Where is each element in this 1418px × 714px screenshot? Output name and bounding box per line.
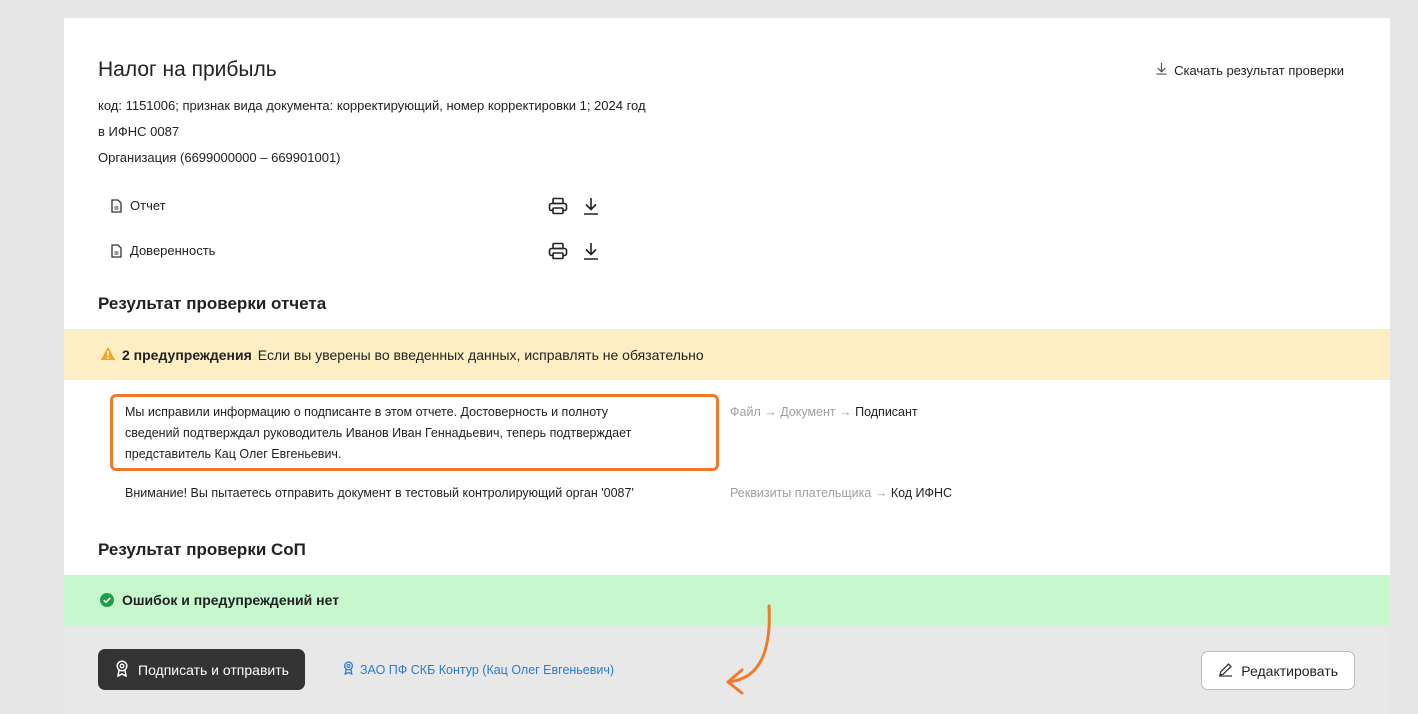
report-card: Налог на прибыль код: 1151006; признак в… <box>64 18 1390 714</box>
certificate-label: ЗАО ПФ СКБ Контур (Кац Олег Евгеньевич) <box>360 662 615 677</box>
document-label: Доверенность <box>130 243 216 258</box>
message-line: Внимание! Вы пытаетесь отправить докумен… <box>125 486 634 500</box>
message-path-signer[interactable]: Файл → Документ → Подписант <box>730 405 918 419</box>
document-row-power-of-attorney: Доверенность <box>110 243 215 258</box>
print-icon[interactable] <box>548 242 568 260</box>
check-circle-icon <box>100 593 114 607</box>
report-check-title: Результат проверки отчета <box>98 294 327 313</box>
warning-text: Если вы уверены во введенных данных, исп… <box>257 346 704 363</box>
document-actions-report <box>548 197 600 215</box>
edit-label: Редактировать <box>1241 662 1338 679</box>
path-segment: Код ИФНС <box>890 486 953 500</box>
annotation-highlight-box <box>110 394 719 471</box>
document-label: Отчет <box>130 198 166 213</box>
sign-and-send-button[interactable]: Подписать и отправить <box>98 649 305 690</box>
path-segment: Документ <box>780 405 836 419</box>
warning-icon <box>100 346 116 364</box>
edit-button[interactable]: Редактировать <box>1201 651 1355 690</box>
print-icon[interactable] <box>548 197 568 215</box>
warning-count: 2 предупреждения <box>122 346 252 363</box>
annotation-arrow <box>724 604 784 701</box>
success-text: Ошибок и предупреждений нет <box>122 592 340 608</box>
sop-check-title: Результат проверки СоП <box>98 540 306 559</box>
document-actions-power-of-attorney <box>548 242 600 260</box>
pencil-icon <box>1218 662 1233 680</box>
download-icon[interactable] <box>582 242 600 260</box>
path-segment: Подписант <box>855 405 918 419</box>
download-check-result-link[interactable]: Скачать результат проверки <box>1155 62 1344 78</box>
download-icon <box>1155 62 1168 78</box>
certificate-icon <box>114 659 130 680</box>
page-title: Налог на прибыль <box>98 58 277 81</box>
report-meta-ifns: в ИФНС 0087 <box>98 124 180 139</box>
path-segment: Файл <box>730 405 761 419</box>
report-meta-org: Организация (6699000000 – 669901001) <box>98 150 341 165</box>
path-segment: Реквизиты плательщика <box>730 486 872 500</box>
document-row-report: Отчет <box>110 198 166 213</box>
download-icon[interactable] <box>582 197 600 215</box>
sign-and-send-label: Подписать и отправить <box>138 661 289 678</box>
document-icon <box>110 198 124 213</box>
check-message-test-authority: Внимание! Вы пытаетесь отправить докумен… <box>125 483 634 504</box>
download-check-result-label: Скачать результат проверки <box>1174 62 1344 78</box>
report-meta-code: код: 1151006; признак вида документа: ко… <box>98 98 646 113</box>
warning-banner: 2 предупреждения Если вы уверены во введ… <box>64 329 1390 380</box>
certificate-icon <box>342 661 355 678</box>
message-path-ifns[interactable]: Реквизиты плательщика → Код ИФНС <box>730 486 952 500</box>
certificate-link[interactable]: ЗАО ПФ СКБ Контур (Кац Олег Евгеньевич) <box>342 661 614 678</box>
document-icon <box>110 243 124 258</box>
